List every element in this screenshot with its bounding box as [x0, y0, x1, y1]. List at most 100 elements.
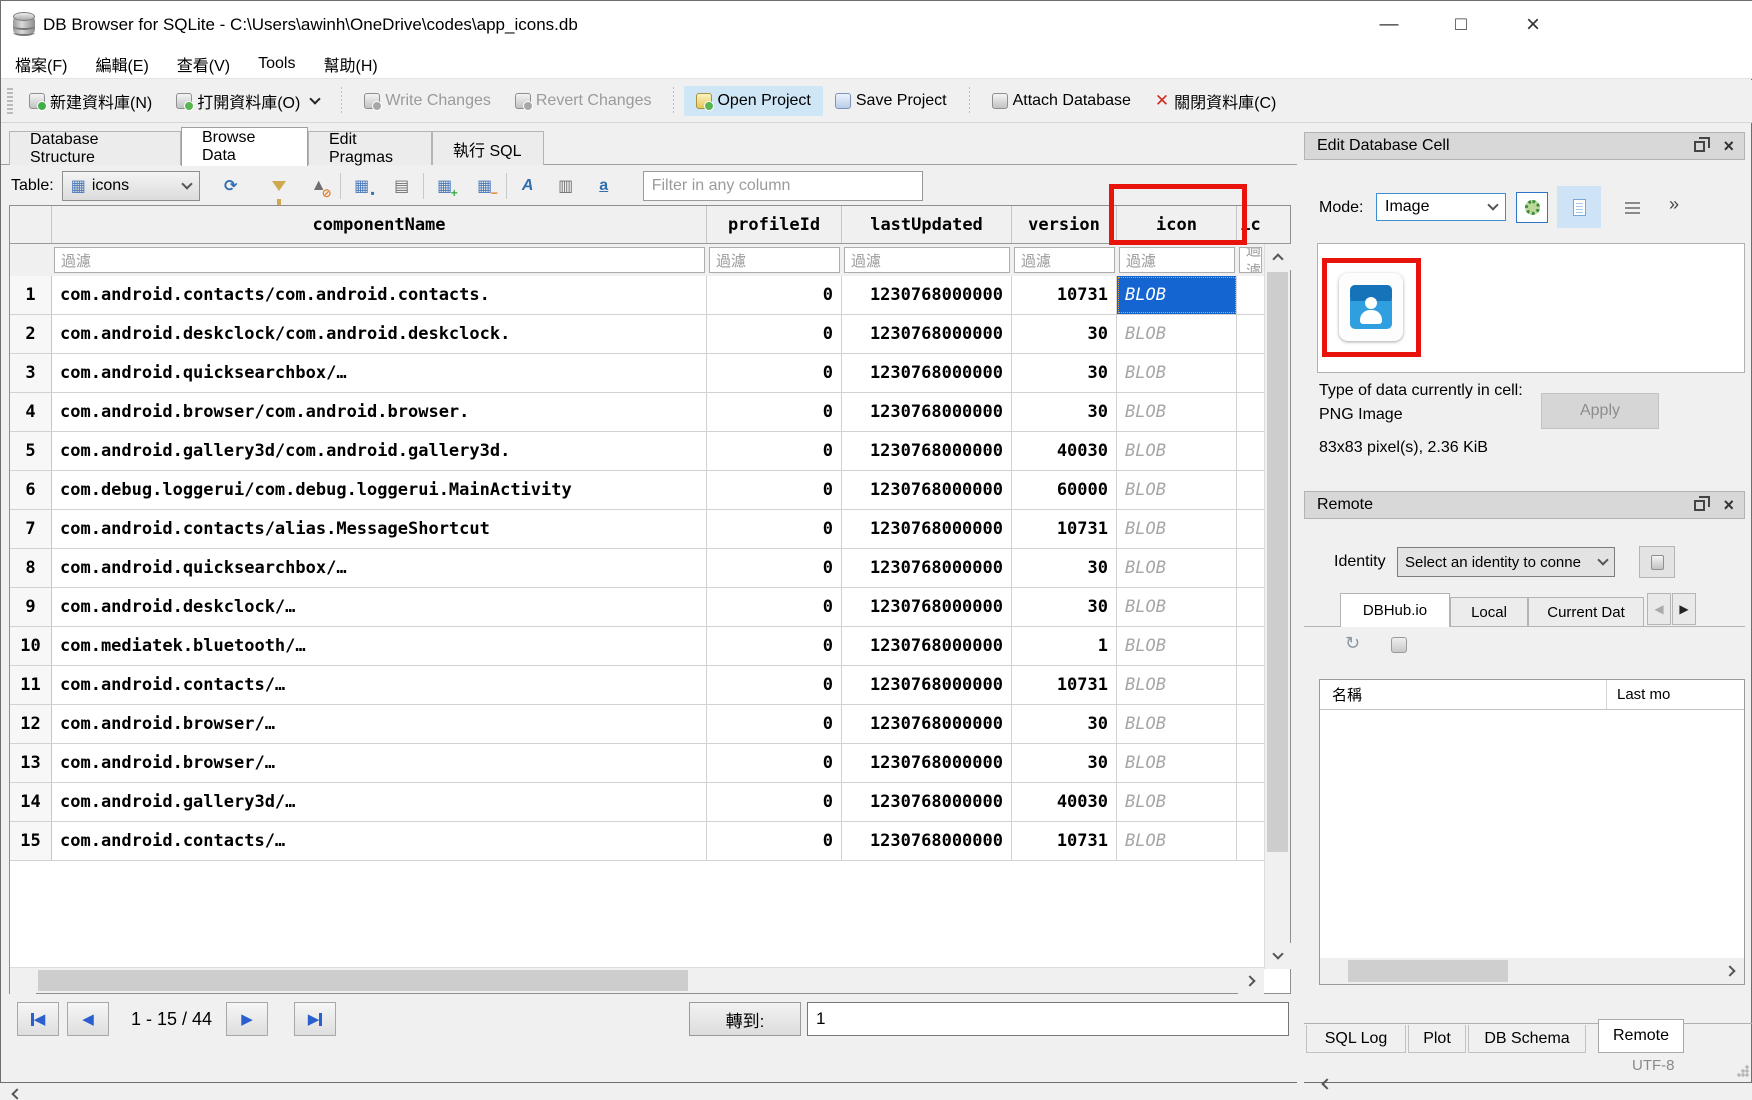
cell-componentName[interactable]: com.android.deskclock/com.android.deskcl… — [52, 315, 707, 353]
open-database-dropdown-icon[interactable] — [310, 93, 321, 104]
upload-database-button[interactable] — [1639, 546, 1675, 578]
tab-db-schema[interactable]: DB Schema — [1468, 1025, 1586, 1053]
column-header-lastUpdated[interactable]: lastUpdated — [842, 206, 1012, 243]
scroll-down-icon[interactable] — [1272, 948, 1283, 959]
cell-profileId[interactable]: 0 — [707, 432, 842, 470]
cell-componentName[interactable]: com.mediatek.bluetooth/… — [52, 627, 707, 665]
save-project-button[interactable]: Save Project — [823, 86, 959, 116]
cell-profileId[interactable]: 0 — [707, 705, 842, 743]
encoding-button[interactable]: ▥ — [553, 173, 579, 199]
cell-version[interactable]: 10731 — [1012, 276, 1117, 314]
word-wrap-button[interactable] — [1619, 197, 1645, 219]
row-number[interactable]: 1 — [10, 276, 52, 314]
cell-icon-blob[interactable]: BLOB — [1117, 744, 1237, 782]
encoding-status[interactable]: UTF-8 — [1632, 1057, 1675, 1074]
cell-lastUpdated[interactable]: 1230768000000 — [842, 471, 1012, 509]
cell-componentName[interactable]: com.android.gallery3d/… — [52, 783, 707, 821]
scroll-up-icon[interactable] — [1272, 253, 1283, 264]
tab-database-structure[interactable]: Database Structure — [9, 131, 181, 165]
cell-componentName[interactable]: com.android.gallery3d/com.android.galler… — [52, 432, 707, 470]
menu-view[interactable]: 查看(V) — [163, 49, 244, 78]
cell-icon-blob[interactable]: BLOB — [1117, 705, 1237, 743]
minimize-button[interactable]: — — [1353, 1, 1425, 49]
cell-partial[interactable] — [1237, 276, 1264, 314]
horizontal-scroll-thumb[interactable] — [38, 970, 688, 991]
cell-componentName[interactable]: com.android.contacts/… — [52, 822, 707, 860]
goto-record-input[interactable] — [807, 1002, 1289, 1036]
apply-button[interactable]: Apply — [1541, 393, 1659, 429]
last-page-button[interactable]: ▶ — [294, 1002, 336, 1036]
close-panel-icon[interactable]: × — [1723, 496, 1734, 514]
cell-partial[interactable] — [1237, 588, 1264, 626]
tab-remote[interactable]: Remote — [1598, 1019, 1684, 1053]
print-button[interactable]: ▤ — [389, 173, 415, 199]
cell-version[interactable]: 30 — [1012, 354, 1117, 392]
cell-version[interactable]: 10731 — [1012, 666, 1117, 704]
cell-lastUpdated[interactable]: 1230768000000 — [842, 549, 1012, 587]
cell-partial[interactable] — [1237, 627, 1264, 665]
maximize-button[interactable]: □ — [1425, 1, 1497, 49]
cell-version[interactable]: 30 — [1012, 393, 1117, 431]
filter-icon[interactable]: 過濾 — [1119, 247, 1235, 273]
cell-lastUpdated[interactable]: 1230768000000 — [842, 822, 1012, 860]
open-project-button[interactable]: Open Project — [684, 86, 822, 116]
column-header-icon[interactable]: icon — [1117, 206, 1237, 243]
revert-changes-button[interactable]: Revert Changes — [503, 86, 664, 116]
cell-profileId[interactable]: 0 — [707, 549, 842, 587]
menu-file[interactable]: 檔案(F) — [1, 49, 81, 78]
remote-horizontal-scrollbar[interactable] — [1320, 958, 1744, 984]
grid-horizontal-scrollbar[interactable] — [10, 967, 1264, 993]
undock-panel-icon[interactable] — [1694, 141, 1705, 152]
tab-plot[interactable]: Plot — [1408, 1025, 1466, 1053]
tab-scroll-right-button[interactable]: ▶ — [1672, 593, 1696, 625]
remote-refresh-icon[interactable]: ↻ — [1345, 633, 1360, 654]
cell-icon-blob[interactable]: BLOB — [1117, 549, 1237, 587]
cell-lastUpdated[interactable]: 1230768000000 — [842, 588, 1012, 626]
identity-selector[interactable]: Select an identity to conne — [1397, 547, 1615, 577]
row-number[interactable]: 4 — [10, 393, 52, 431]
table-selector[interactable]: ▦ icons — [62, 171, 200, 201]
cell-icon-blob[interactable]: BLOB — [1117, 588, 1237, 626]
tab-sql-log[interactable]: SQL Log — [1306, 1025, 1406, 1053]
cell-version[interactable]: 40030 — [1012, 783, 1117, 821]
cell-componentName[interactable]: com.android.browser/com.android.browser. — [52, 393, 707, 431]
cell-partial[interactable] — [1237, 354, 1264, 392]
cell-lastUpdated[interactable]: 1230768000000 — [842, 276, 1012, 314]
tab-dbhub[interactable]: DBHub.io — [1340, 593, 1450, 627]
filter-partial[interactable]: 過濾 — [1239, 247, 1262, 273]
import-data-button[interactable] — [1516, 192, 1548, 223]
remote-scroll-thumb[interactable] — [1348, 960, 1508, 982]
cell-lastUpdated[interactable]: 1230768000000 — [842, 744, 1012, 782]
cell-icon-blob[interactable]: BLOB — [1117, 432, 1237, 470]
cell-profileId[interactable]: 0 — [707, 276, 842, 314]
tab-browse-data[interactable]: Browse Data — [181, 127, 308, 166]
remote-lastmodified-column[interactable]: Last mo — [1607, 680, 1744, 709]
close-database-button[interactable]: ✕ 關閉資料庫(C) — [1143, 83, 1288, 119]
cell-componentName[interactable]: com.debug.loggerui/com.debug.loggerui.Ma… — [52, 471, 707, 509]
cell-partial[interactable] — [1237, 822, 1264, 860]
menu-help[interactable]: 幫助(H) — [309, 49, 391, 78]
grid-vertical-scrollbar[interactable] — [1264, 244, 1290, 969]
tab-local[interactable]: Local — [1450, 597, 1528, 627]
cell-profileId[interactable]: 0 — [707, 393, 842, 431]
menu-edit[interactable]: 編輯(E) — [81, 49, 162, 78]
cell-lastUpdated[interactable]: 1230768000000 — [842, 393, 1012, 431]
scroll-right-icon[interactable] — [1724, 965, 1735, 976]
vertical-scroll-thumb[interactable] — [1267, 272, 1288, 852]
cell-version[interactable]: 30 — [1012, 549, 1117, 587]
cell-lastUpdated[interactable]: 1230768000000 — [842, 432, 1012, 470]
text-mode-toggle-button[interactable] — [1557, 186, 1601, 228]
menu-tools[interactable]: Tools — [244, 49, 309, 78]
mode-selector[interactable]: Image — [1376, 193, 1506, 221]
cell-version[interactable]: 10731 — [1012, 822, 1117, 860]
cell-profileId[interactable]: 0 — [707, 588, 842, 626]
cell-partial[interactable] — [1237, 432, 1264, 470]
overflow-chevrons-icon[interactable]: » — [1669, 194, 1679, 215]
previous-page-button[interactable]: ◀ — [67, 1002, 109, 1036]
first-page-button[interactable]: ◀ — [17, 1002, 59, 1036]
cell-profileId[interactable]: 0 — [707, 354, 842, 392]
write-changes-button[interactable]: Write Changes — [352, 86, 503, 116]
cell-profileId[interactable]: 0 — [707, 822, 842, 860]
cell-profileId[interactable]: 0 — [707, 666, 842, 704]
cell-componentName[interactable]: com.android.quicksearchbox/… — [52, 549, 707, 587]
